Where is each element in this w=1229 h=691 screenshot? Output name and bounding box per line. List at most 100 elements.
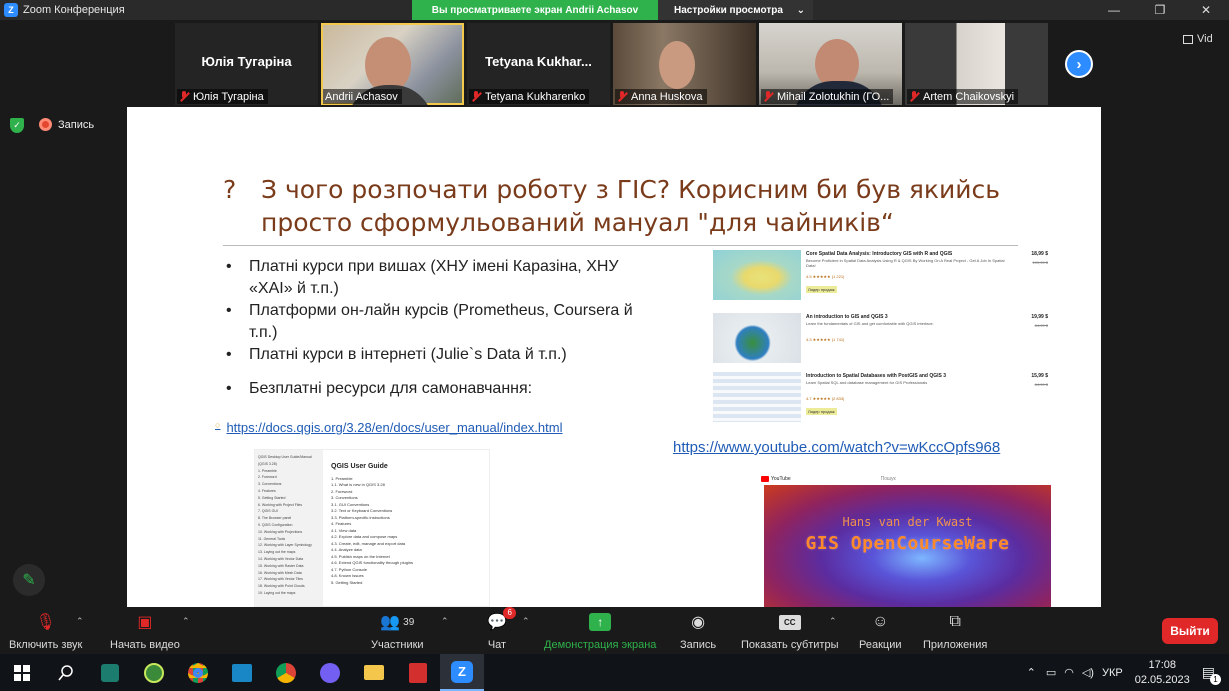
minimize-button[interactable]: — <box>1091 0 1137 20</box>
toc-item: 7. QGIS GUI <box>258 509 278 514</box>
participant-name: Artem Chaikovskyi <box>923 90 1015 103</box>
record-button[interactable]: ◉ Запись <box>680 611 716 651</box>
chat-button[interactable]: 💬 6 Чат <box>487 607 516 651</box>
mic-muted-icon <box>471 91 481 102</box>
battery-icon[interactable]: ▭ <box>1046 666 1056 679</box>
window-controls: — ❐ ✕ <box>1091 0 1229 20</box>
participant-tile[interactable]: Юлія Тугаріна Юлія Тугаріна <box>175 23 318 105</box>
chat-icon: 💬 6 <box>487 607 516 633</box>
participant-tile-active-speaker[interactable]: Andrii Achasov <box>321 23 464 105</box>
youtube-brand: YouTube <box>771 476 791 482</box>
toc-item: QGIS Desktop User Guide/Manual (QGIS 3.2… <box>258 455 312 466</box>
share-screen-button[interactable]: ↑ Демонстрация экрана <box>544 611 656 651</box>
zoom-window: Z Zoom Конференция Вы просматриваете экр… <box>0 0 1229 691</box>
toc-item: 2. Foreword <box>258 475 277 480</box>
viber-taskbar-button[interactable] <box>308 654 352 691</box>
slide-title-text: З чого розпочати роботу з ГІС? Корисним … <box>261 175 1001 237</box>
search-button[interactable] <box>44 654 88 691</box>
clock-time: 17:08 <box>1148 658 1176 671</box>
course-card: Core Spatial Data Analysis: Introductory… <box>713 250 1048 302</box>
taskbar-app-2[interactable] <box>132 654 176 691</box>
zoom-icon: Z <box>451 660 473 683</box>
youtube-header: YouTube Пошук <box>747 473 1053 485</box>
reactions-button[interactable]: ☺ Реакции <box>859 611 902 651</box>
course-thumbnail <box>713 313 801 363</box>
toc-item: 5. Getting Started <box>258 495 286 500</box>
participant-tile[interactable]: Artem Chaikovskyi <box>905 23 1048 105</box>
notifications-button[interactable]: ▤ 1 <box>1202 664 1221 685</box>
audio-options-caret[interactable]: ⌃ <box>76 616 84 627</box>
start-video-button[interactable]: ▣ Начать видео <box>110 611 180 651</box>
zoom-logo-icon: Z <box>4 3 18 17</box>
app-icon <box>232 663 252 682</box>
toc-item: 17. Working with Vector Tiles <box>258 577 303 582</box>
share-screen-label: Демонстрация экрана <box>544 639 657 651</box>
view-button[interactable]: Vid <box>1183 33 1213 45</box>
docs-section: 5. Getting Started <box>331 579 363 585</box>
toc-item: 4. Features <box>258 488 276 493</box>
network-icon[interactable]: ◠ <box>1064 666 1074 679</box>
course-old-price: 109,99 $ <box>1032 260 1048 265</box>
view-options-button[interactable]: Настройки просмотра ⌄ <box>658 0 813 20</box>
chrome-taskbar-button[interactable] <box>176 654 220 691</box>
maximize-button[interactable]: ❐ <box>1137 0 1183 20</box>
apps-label: Приложения <box>923 639 988 651</box>
unmute-button[interactable]: 🎙 Включить звук <box>9 611 82 651</box>
youtube-link: https://www.youtube.com/watch?v=wKccOpfs… <box>673 439 1001 456</box>
volume-icon[interactable]: ◁) <box>1082 666 1094 679</box>
participant-tile[interactable]: Mihail Zolotukhin (ГО... <box>759 23 902 105</box>
search-icon <box>58 664 73 680</box>
gallery-next-button[interactable]: › <box>1065 50 1093 78</box>
close-button[interactable]: ✕ <box>1183 0 1229 20</box>
video-options-caret[interactable]: ⌃ <box>182 616 190 627</box>
clock[interactable]: 17:08 02.05.2023 <box>1135 658 1190 688</box>
mic-muted-icon: 🎙 <box>35 614 56 631</box>
course-title: Core Spatial Data Analysis: Introductory… <box>806 251 953 257</box>
annotate-pencil-icon[interactable]: ✎ <box>13 564 45 596</box>
leave-button[interactable]: Выйти <box>1162 618 1218 644</box>
bullet-item: Платні курси при вишах (ХНУ імені Каразі… <box>223 256 663 300</box>
reactions-icon: ☺ <box>872 613 889 630</box>
participant-tile[interactable]: Anna Huskova <box>613 23 756 105</box>
folder-icon <box>364 665 384 680</box>
taskbar-app-4[interactable] <box>220 654 264 691</box>
participant-display-name: Юлія Тугаріна <box>201 54 292 69</box>
captions-button[interactable]: CC Показать субтитры <box>741 611 839 651</box>
view-label: Vid <box>1197 33 1213 45</box>
toc-item: 10. Working with Projections <box>258 529 303 534</box>
chrome-profile-taskbar-button[interactable] <box>264 654 308 691</box>
keyboard-language[interactable]: УКР <box>1102 667 1123 679</box>
recording-label: Запись <box>58 118 95 131</box>
captions-label: Показать субтитры <box>741 639 839 651</box>
recording-dot-icon <box>39 118 52 131</box>
participants-button[interactable]: 👥 39 Участники <box>371 611 424 651</box>
start-button[interactable] <box>0 654 44 691</box>
qgis-docs-link-row: ○ https://docs.qgis.org/3.28/en/docs/use… <box>215 420 562 435</box>
tray-expand-icon[interactable]: ⌃ <box>1027 666 1036 679</box>
encryption-shield-icon[interactable]: ✓ <box>10 118 24 133</box>
bullet-list: Платні курси при вишах (ХНУ імені Каразі… <box>223 256 663 400</box>
participant-name: Andrii Achasov <box>325 90 398 103</box>
course-card: An introduction to GIS and QGIS 3 Learn … <box>713 313 1048 365</box>
youtube-video-frame: Hans van der Kwast GIS OpenCourseWare <box>764 485 1051 607</box>
course-price: 18,99 $ <box>1031 251 1048 257</box>
course-rating: 4.7 ★★★★★ (2 833) <box>806 396 845 401</box>
participants-icon: 👥 39 <box>380 614 415 631</box>
docs-toc: QGIS Desktop User Guide/Manual (QGIS 3.2… <box>255 450 323 606</box>
participant-tile[interactable]: Tetyana Kukhar... Tetyana Kukharenko <box>467 23 610 105</box>
captions-caret[interactable]: ⌃ <box>829 616 837 627</box>
toc-item: 1. Preamble <box>258 468 277 473</box>
qgis-docs-link: https://docs.qgis.org/3.28/en/docs/user_… <box>226 420 563 435</box>
zoom-taskbar-button[interactable]: Z <box>440 654 484 691</box>
toc-item: 9. QGIS Configuration <box>258 522 293 527</box>
apps-button[interactable]: ⧉ Приложения <box>923 611 987 651</box>
course-description: Learn Spatial SQL and database managemen… <box>806 380 928 385</box>
explorer-taskbar-button[interactable] <box>352 654 396 691</box>
participants-caret[interactable]: ⌃ <box>441 616 449 627</box>
taskbar-app-1[interactable] <box>88 654 132 691</box>
recording-indicator[interactable]: Запись <box>39 118 94 131</box>
chat-caret[interactable]: ⌃ <box>522 616 530 627</box>
pdf-taskbar-button[interactable] <box>396 654 440 691</box>
toc-item: 13. Laying out the maps <box>258 550 296 555</box>
course-description: Become Proficient in Spatial Data Analys… <box>806 258 1005 268</box>
